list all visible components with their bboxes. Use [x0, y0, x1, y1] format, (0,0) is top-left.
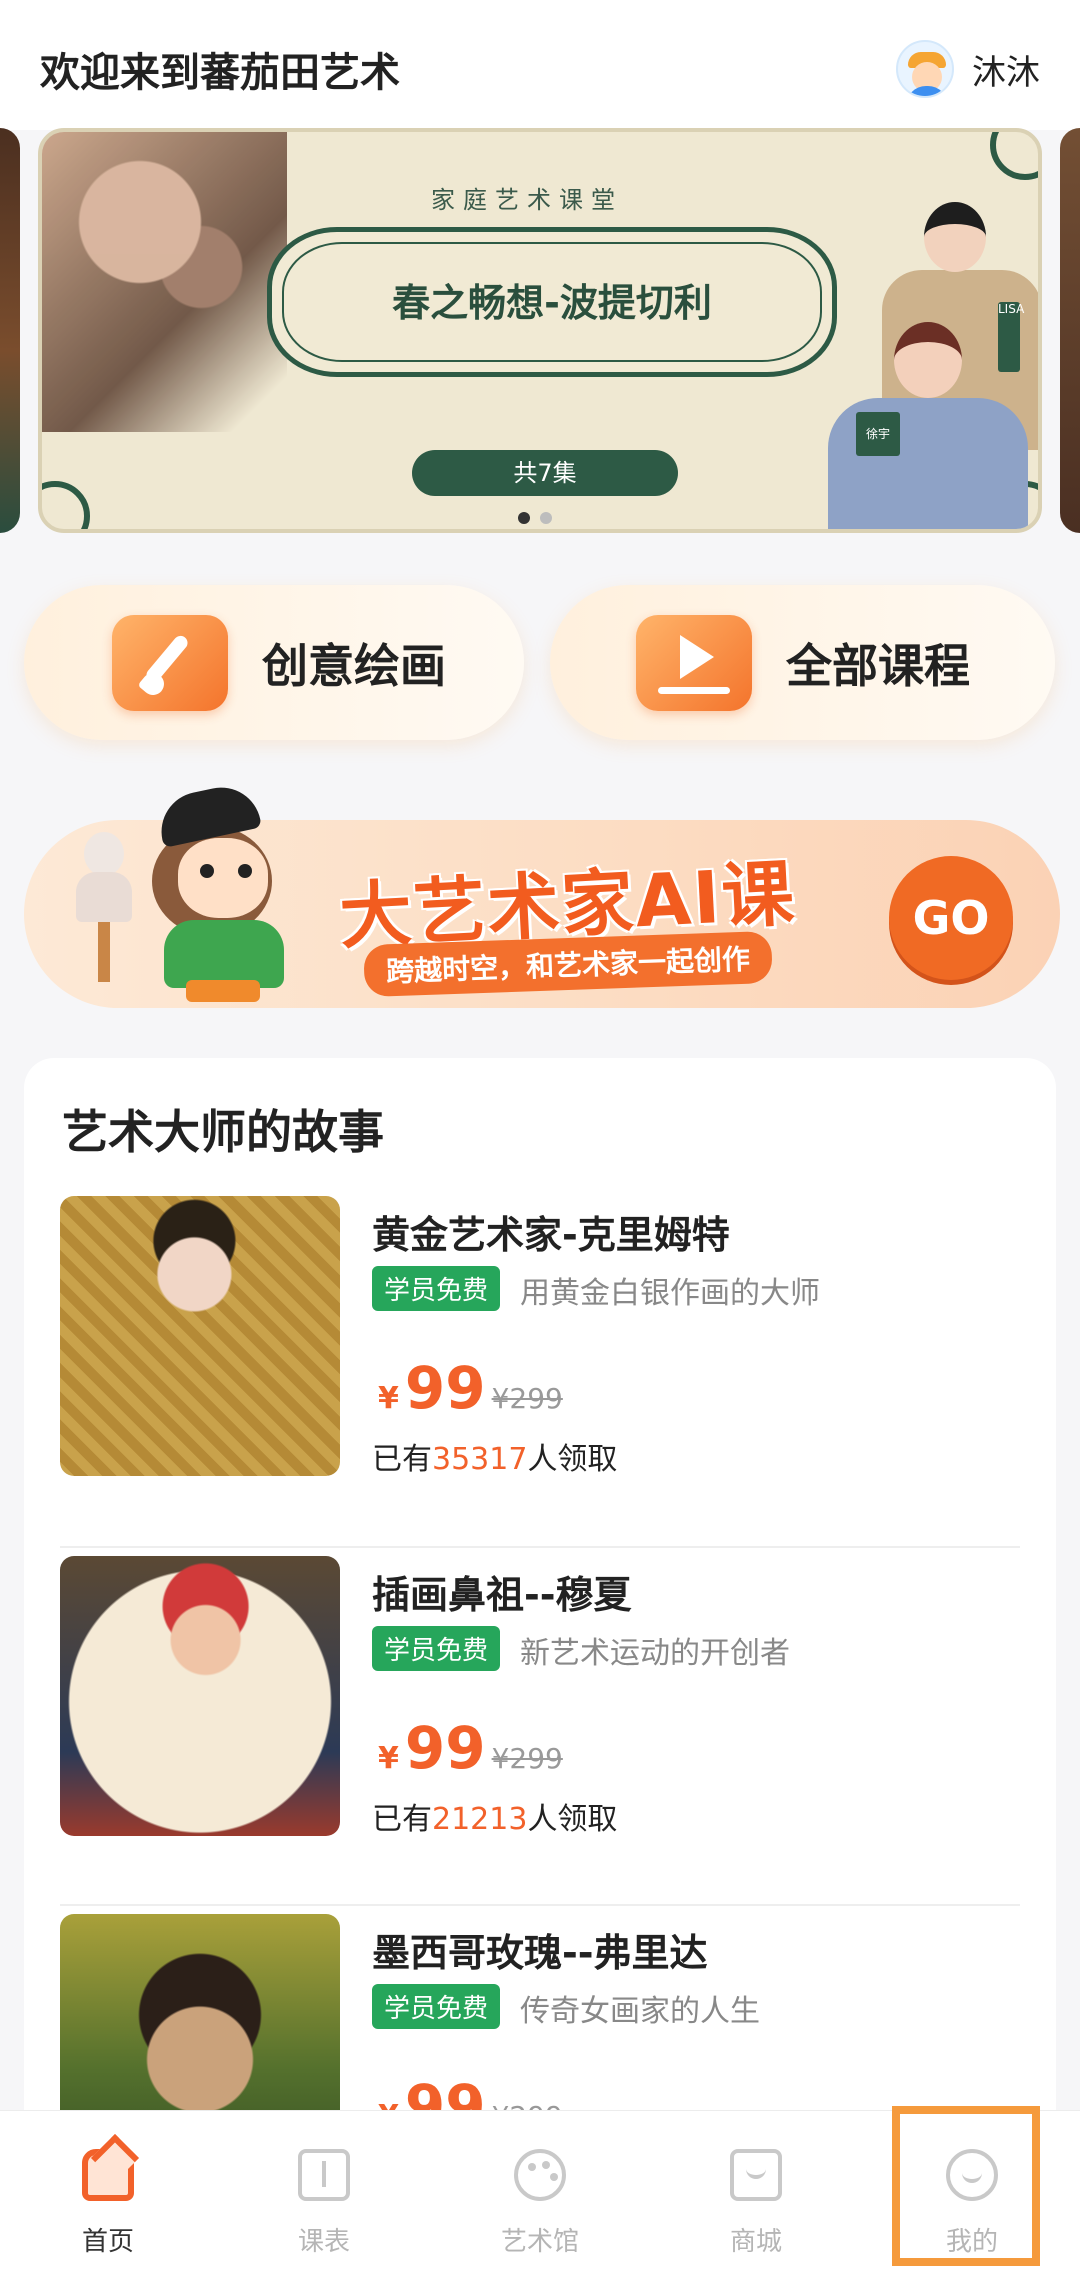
course-desc: 新艺术运动的开创者 — [520, 1636, 790, 1671]
course-name[interactable]: 墨西哥玫瑰--弗里达 — [372, 1922, 708, 1977]
current-price: 99 — [404, 1714, 486, 1782]
banner-carousel[interactable]: 家庭艺术课堂 春之畅想-波提切利 共7集 LISA 徐宇 — [0, 128, 1080, 533]
bust-statue-illustration — [70, 832, 140, 982]
ornament-corner — [42, 481, 90, 529]
course-desc: 传奇女画家的人生 — [520, 1994, 760, 2029]
banner-next-peek[interactable] — [1060, 128, 1080, 533]
tab-shop[interactable]: 商城 — [648, 2111, 864, 2270]
botticelli-painting-image — [42, 132, 287, 432]
price: ¥ 99 ¥299 — [378, 1714, 563, 1782]
course-thumbnail[interactable] — [60, 1556, 340, 1836]
currency-symbol: ¥ — [378, 1381, 399, 1416]
master-stories-card: 艺术大师的故事 黄金艺术家-克里姆特 学员免费 用黄金白银作画的大师 ¥ 99 … — [24, 1058, 1056, 2208]
home-icon — [82, 2149, 134, 2201]
original-price: ¥299 — [491, 1382, 563, 1415]
episode-count-pill: 共7集 — [412, 450, 678, 496]
divider — [60, 1904, 1020, 1906]
artist-mascot-illustration — [142, 780, 312, 1005]
tab-highlight-box — [892, 2106, 1040, 2266]
carousel-dots — [518, 512, 552, 524]
schedule-book-icon — [298, 2149, 350, 2201]
all-courses-label: 全部课程 — [786, 638, 970, 693]
shopping-bag-icon — [730, 2149, 782, 2201]
banner-prev-peek[interactable] — [0, 128, 20, 533]
play-icon — [636, 614, 752, 711]
all-courses-button[interactable]: 全部课程 — [550, 585, 1055, 740]
tab-label: 商城 — [729, 2227, 782, 2257]
course-thumbnail[interactable] — [60, 1196, 340, 1476]
banner-slide[interactable]: 家庭艺术课堂 春之畅想-波提切利 共7集 LISA 徐宇 — [38, 128, 1042, 533]
course-name[interactable]: 插画鼻祖--穆夏 — [372, 1564, 632, 1619]
paintbrush-icon — [112, 614, 228, 711]
carousel-dot — [540, 512, 552, 524]
banner-subtitle: 家庭艺术课堂 — [431, 186, 623, 214]
claim-count: 已有21213人领取 — [372, 1802, 618, 1837]
creative-painting-label: 创意绘画 — [262, 638, 446, 693]
free-badge: 学员免费 — [372, 1984, 501, 2029]
course-name[interactable]: 黄金艺术家-克里姆特 — [372, 1204, 730, 1259]
current-price: 99 — [404, 1354, 486, 1422]
ai-course-banner[interactable]: 大艺术家AI课 跨越时空，和艺术家一起创作 GO — [24, 780, 1060, 1008]
username[interactable]: 沐沐 — [972, 45, 1040, 94]
welcome-title: 欢迎来到蕃茄田艺术 — [40, 50, 400, 96]
top-header: 欢迎来到蕃茄田艺术 沐沐 — [0, 0, 1080, 130]
host-name-tag: 徐宇 — [856, 412, 900, 456]
free-badge: 学员免费 — [372, 1266, 501, 1311]
carousel-dot-active — [518, 512, 530, 524]
go-button[interactable]: GO — [889, 856, 1013, 980]
palette-icon — [514, 2149, 566, 2201]
tab-home[interactable]: 首页 — [0, 2111, 216, 2270]
claim-count: 已有35317人领取 — [372, 1442, 618, 1477]
tab-gallery[interactable]: 艺术馆 — [432, 2111, 648, 2270]
tab-label: 首页 — [81, 2227, 134, 2257]
price: ¥ 99 ¥299 — [378, 1354, 563, 1422]
course-item[interactable]: 插画鼻祖--穆夏 学员免费 新艺术运动的开创者 ¥ 99 ¥299 已有2121… — [60, 1556, 1020, 1886]
course-desc: 用黄金白银作画的大师 — [520, 1276, 820, 1311]
course-item[interactable]: 黄金艺术家-克里姆特 学员免费 用黄金白银作画的大师 ¥ 99 ¥299 已有3… — [60, 1196, 1020, 1526]
free-badge: 学员免费 — [372, 1626, 501, 1671]
ornament-corner — [990, 132, 1038, 180]
banner-title: 春之畅想-波提切利 — [392, 281, 712, 325]
user-profile[interactable]: 沐沐 — [896, 40, 1040, 98]
original-price: ¥299 — [491, 1742, 563, 1775]
creative-painting-button[interactable]: 创意绘画 — [24, 585, 524, 740]
host-photo: 徐宇 — [828, 312, 1028, 529]
currency-symbol: ¥ — [378, 1741, 399, 1776]
tab-label: 课表 — [297, 2227, 350, 2257]
section-title: 艺术大师的故事 — [62, 1105, 384, 1159]
user-avatar-icon[interactable] — [896, 40, 954, 98]
tab-label: 艺术馆 — [500, 2227, 579, 2257]
divider — [60, 1546, 1020, 1548]
tab-schedule[interactable]: 课表 — [216, 2111, 432, 2270]
